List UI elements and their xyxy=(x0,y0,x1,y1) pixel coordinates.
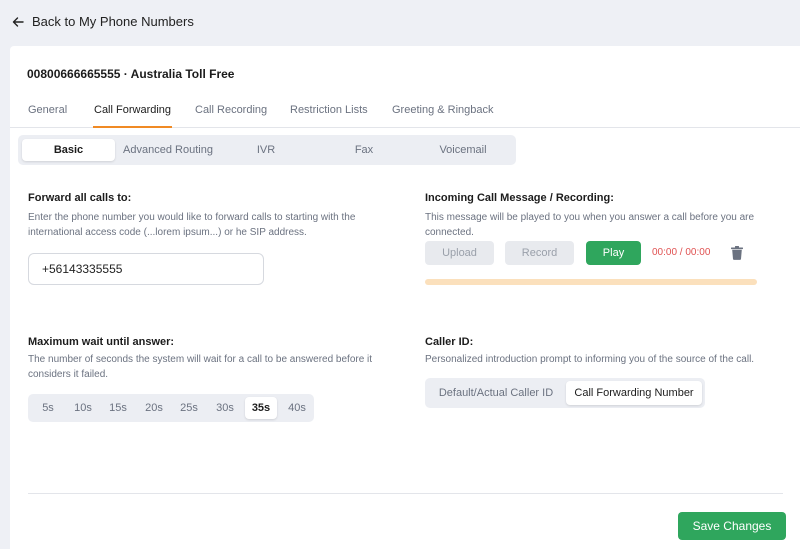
subtab-voicemail[interactable]: Voicemail xyxy=(414,139,512,161)
subtab-fax[interactable]: Fax xyxy=(316,139,412,161)
subtab-basic[interactable]: Basic xyxy=(22,139,115,161)
subtab-group: Basic Advanced Routing IVR Fax Voicemail xyxy=(18,135,516,165)
back-link[interactable]: Back to My Phone Numbers xyxy=(12,14,194,29)
wait-help: The number of seconds the system will wa… xyxy=(28,354,373,380)
forward-label: Forward all calls to: xyxy=(28,192,132,204)
tab-call-forwarding[interactable]: Call Forwarding xyxy=(93,104,173,128)
wait-option[interactable]: 35s xyxy=(245,397,277,419)
caller-id-help: Personalized introduction prompt to info… xyxy=(425,354,755,365)
forward-number-input[interactable] xyxy=(28,253,264,285)
tab-restriction-lists[interactable]: Restriction Lists xyxy=(290,104,368,127)
wait-option[interactable]: 10s xyxy=(67,397,99,419)
back-label: Back to My Phone Numbers xyxy=(32,14,194,29)
wait-label: Maximum wait until answer: xyxy=(28,336,175,348)
subtab-ivr[interactable]: IVR xyxy=(218,139,314,161)
caller-id-forwarding-option[interactable]: Call Forwarding Number xyxy=(566,381,702,405)
arrow-left-icon xyxy=(12,16,24,27)
wait-option[interactable]: 15s xyxy=(102,397,134,419)
caller-id-default-option[interactable]: Default/Actual Caller ID xyxy=(429,381,563,405)
wait-options: 5s 10s 15s 20s 25s 30s 35s 40s xyxy=(28,394,314,422)
footer-divider xyxy=(28,493,783,494)
trash-icon[interactable] xyxy=(731,246,743,260)
wait-option[interactable]: 5s xyxy=(32,397,64,419)
save-changes-button[interactable]: Save Changes xyxy=(678,512,786,540)
incoming-help: This message will be played to you when … xyxy=(425,212,755,238)
forward-help: Enter the phone number you would like to… xyxy=(28,212,356,238)
play-button[interactable]: Play xyxy=(586,241,641,265)
tab-call-recording[interactable]: Call Recording xyxy=(195,104,267,127)
subtab-advanced-routing[interactable]: Advanced Routing xyxy=(120,139,216,161)
caller-id-label: Caller ID: xyxy=(425,336,474,348)
tab-bar: General Call Forwarding Call Recording R… xyxy=(10,104,800,128)
wait-option[interactable]: 20s xyxy=(138,397,170,419)
tab-general[interactable]: General xyxy=(28,104,67,127)
incoming-label: Incoming Call Message / Recording: xyxy=(425,192,614,204)
settings-card: 00800666665555 · Australia Toll Free Gen… xyxy=(10,46,800,549)
page-title: 00800666665555 · Australia Toll Free xyxy=(27,67,235,81)
upload-button[interactable]: Upload xyxy=(425,241,494,265)
wait-option[interactable]: 30s xyxy=(209,397,241,419)
wait-option[interactable]: 25s xyxy=(173,397,205,419)
tab-greeting-ringback[interactable]: Greeting & Ringback xyxy=(392,104,494,127)
playback-timer: 00:00 / 00:00 xyxy=(652,247,711,258)
caller-id-options: Default/Actual Caller ID Call Forwarding… xyxy=(425,378,705,408)
playback-progress[interactable] xyxy=(425,279,757,285)
record-button[interactable]: Record xyxy=(505,241,574,265)
wait-option[interactable]: 40s xyxy=(281,397,313,419)
